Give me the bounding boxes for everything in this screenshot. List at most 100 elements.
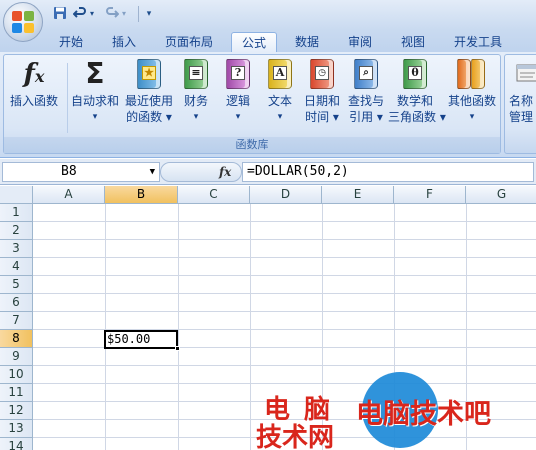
row-header-5[interactable]: 5 — [0, 276, 33, 294]
name-box-dropdown-icon[interactable]: ▼ — [150, 163, 155, 181]
column-header-a[interactable]: A — [33, 186, 105, 204]
math-trig-button[interactable]: θ 数学和 三角函数 ▾ — [388, 59, 446, 131]
redo-dropdown-icon[interactable]: ▾ — [120, 6, 128, 22]
lookup-label-1: 查找与 — [347, 94, 384, 108]
redo-icon[interactable] — [104, 6, 120, 22]
datetime-button[interactable]: ◷ 日期和 时间 ▾ — [300, 59, 344, 131]
name-manager-label-2: 管理 — [509, 110, 534, 124]
row-header-8[interactable]: 8 — [0, 330, 33, 348]
watermark-left-line2: 技术网 — [256, 423, 335, 450]
watermark-right: 电脑技术吧 — [356, 399, 491, 430]
row-header-4[interactable]: 4 — [0, 258, 33, 276]
column-header-d[interactable]: D — [250, 186, 322, 204]
tab-formulas[interactable]: 公式 — [231, 32, 277, 52]
column-header-c[interactable]: C — [178, 186, 250, 204]
fx-icon: fx — [23, 59, 45, 89]
name-box-value: B8 — [61, 164, 77, 179]
row-header-3[interactable]: 3 — [0, 240, 33, 258]
lookup-book-icon: ⌕ — [351, 59, 381, 89]
save-icon[interactable] — [52, 6, 68, 22]
tab-page-layout[interactable]: 页面布局 — [158, 32, 220, 52]
gridline — [250, 204, 251, 450]
more-functions-book-icon — [457, 59, 487, 89]
cell-b8[interactable]: $50.00 — [104, 330, 178, 349]
autosum-arrow: ▾ — [92, 112, 98, 122]
row-header-10[interactable]: 10 — [0, 366, 33, 384]
tab-review[interactable]: 审阅 — [339, 32, 381, 52]
row-header-2[interactable]: 2 — [0, 222, 33, 240]
financial-book-icon: ≡ — [181, 59, 211, 89]
logical-button[interactable]: ? 逻辑 ▾ — [220, 59, 256, 131]
name-manager-button[interactable]: 名称 管理 — [509, 59, 536, 131]
customize-icon[interactable]: ▾ — [144, 6, 154, 22]
gridline — [33, 239, 536, 240]
row-header-1[interactable]: 1 — [0, 204, 33, 222]
gridline — [105, 204, 106, 450]
insert-function-bar-button[interactable]: fx — [160, 162, 242, 182]
row-header-14[interactable]: 14 — [0, 438, 33, 450]
watermark-left-line1: 电脑 — [264, 395, 345, 425]
office-button-icon — [12, 11, 34, 33]
ribbon-tabs: 开始 插入 页面布局 公式 数据 审阅 视图 开发工具 — [0, 30, 536, 52]
text-label: 文本 — [267, 94, 292, 108]
defined-names-group: 名称 管理 — [504, 54, 536, 154]
recent-functions-button[interactable]: ★ 最近使用 的函数 ▾ — [122, 59, 176, 131]
function-library-label: 函数库 — [4, 137, 500, 153]
sigma-icon: Σ — [85, 57, 105, 90]
tab-home[interactable]: 开始 — [50, 32, 92, 52]
star-book-icon: ★ — [134, 59, 164, 89]
tab-view[interactable]: 视图 — [392, 32, 434, 52]
logical-label: 逻辑 — [225, 94, 250, 108]
name-manager-label-1: 名称 — [509, 94, 534, 108]
datetime-label-2: 时间 ▾ — [305, 110, 339, 124]
column-header-b[interactable]: B — [105, 186, 178, 204]
column-header-g[interactable]: G — [466, 186, 536, 204]
tab-insert[interactable]: 插入 — [104, 32, 144, 52]
row-header-6[interactable]: 6 — [0, 294, 33, 312]
column-header-e[interactable]: E — [322, 186, 394, 204]
autosum-button[interactable]: Σ 自动求和 ▾ — [70, 59, 120, 131]
row-header-7[interactable]: 7 — [0, 312, 33, 330]
column-header-f[interactable]: F — [394, 186, 466, 204]
text-button[interactable]: A 文本 ▾ — [262, 59, 298, 131]
ribbon-separator — [67, 63, 68, 133]
gridline — [33, 293, 536, 294]
select-all-corner[interactable] — [0, 186, 33, 204]
formula-bar: B8 ▼ fx =DOLLAR(50,2) — [0, 159, 536, 185]
tab-developer[interactable]: 开发工具 — [446, 32, 510, 52]
math-book-icon: θ — [400, 59, 430, 89]
recent-functions-label-1: 最近使用 — [124, 94, 173, 108]
more-functions-button[interactable]: 其他函数 ▾ — [444, 59, 500, 131]
insert-function-label: 插入函数 — [9, 94, 58, 108]
datetime-label-1: 日期和 — [303, 94, 340, 108]
gridline — [33, 365, 536, 366]
undo-dropdown-icon[interactable]: ▾ — [88, 6, 96, 22]
undo-icon[interactable] — [72, 6, 88, 22]
logical-book-icon: ? — [223, 59, 253, 89]
math-trig-label-2: 三角函数 ▾ — [388, 110, 446, 124]
watermark-left: 电脑 技术网 — [256, 396, 366, 450]
lookup-button[interactable]: ⌕ 查找与 引用 ▾ — [344, 59, 388, 131]
fill-handle[interactable] — [175, 346, 180, 351]
row-header-13[interactable]: 13 — [0, 420, 33, 438]
text-arrow: ▾ — [277, 112, 283, 122]
worksheet-grid[interactable]: A B C D E F G 1 2 3 4 5 6 7 8 9 10 11 12… — [0, 186, 536, 450]
office-button[interactable] — [3, 2, 43, 42]
tab-data[interactable]: 数据 — [286, 32, 328, 52]
gridline — [33, 383, 536, 384]
logical-arrow: ▾ — [235, 112, 241, 122]
financial-button[interactable]: ≡ 财务 ▾ — [178, 59, 214, 131]
financial-label: 财务 — [183, 94, 208, 108]
insert-function-button[interactable]: fx 插入函数 — [6, 59, 62, 131]
math-trig-label-1: 数学和 — [396, 94, 433, 108]
financial-arrow: ▾ — [193, 112, 199, 122]
recent-functions-label-2: 的函数 ▾ — [126, 110, 172, 124]
formula-input[interactable]: =DOLLAR(50,2) — [242, 162, 534, 182]
row-header-12[interactable]: 12 — [0, 402, 33, 420]
text-book-icon: A — [265, 59, 295, 89]
gridline — [33, 275, 536, 276]
row-header-11[interactable]: 11 — [0, 384, 33, 402]
row-header-9[interactable]: 9 — [0, 348, 33, 366]
name-box[interactable]: B8 ▼ — [2, 162, 160, 182]
gridline — [33, 311, 536, 312]
